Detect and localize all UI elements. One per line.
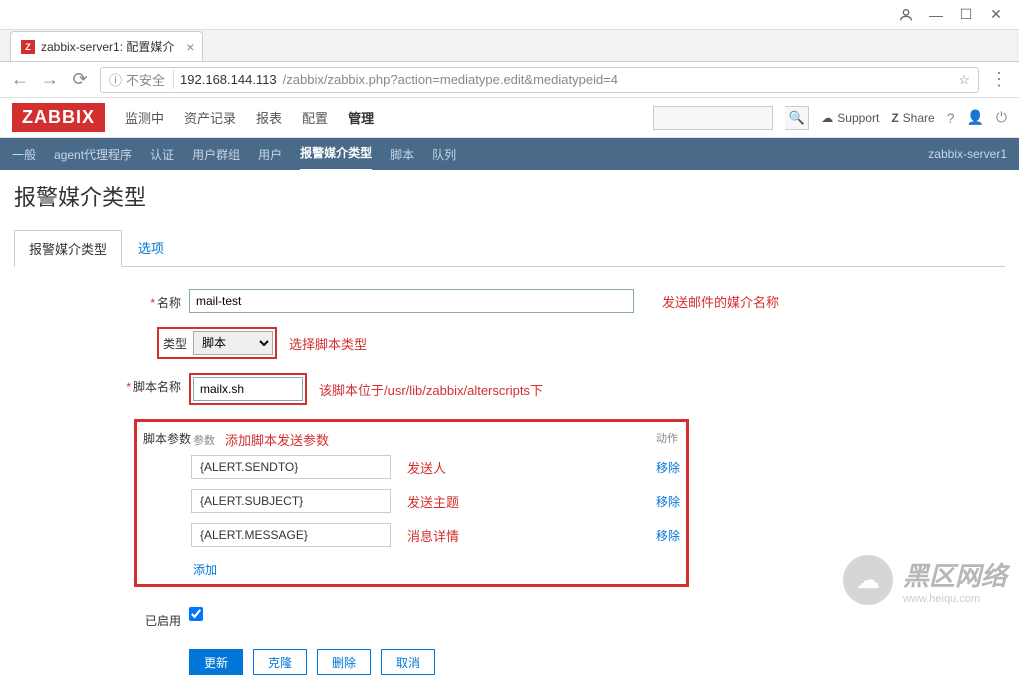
label-params: 脚本参数: [143, 428, 191, 582]
param-input-0[interactable]: [191, 455, 391, 479]
search-input[interactable]: [653, 106, 773, 130]
param-row: 消息详情 移除: [191, 523, 680, 547]
label-enabled: 已启用: [145, 614, 181, 628]
subnav-auth[interactable]: 认证: [150, 138, 174, 171]
param-row: 发送主题 移除: [191, 489, 680, 513]
subnav-usergroups[interactable]: 用户群组: [192, 138, 240, 171]
subnav-queue[interactable]: 队列: [432, 138, 456, 171]
nav-reports[interactable]: 报表: [256, 98, 282, 137]
tab-mediatype[interactable]: 报警媒介类型: [14, 230, 122, 267]
watermark: ☁ 黑区网络 www.heiqu.com: [843, 555, 1007, 605]
clone-button[interactable]: 克隆: [253, 649, 307, 675]
remove-link-1[interactable]: 移除: [650, 493, 680, 510]
zabbix-logo[interactable]: ZABBIX: [12, 103, 105, 132]
anno-script: 该脚本位于/usr/lib/zabbix/alterscripts下: [319, 380, 543, 399]
menu-icon[interactable]: ⋮: [989, 69, 1009, 90]
logout-icon[interactable]: ⏻: [996, 109, 1007, 126]
nav-monitoring[interactable]: 监测中: [125, 98, 164, 137]
sub-nav: 一般 agent代理程序 认证 用户群组 用户 报警媒介类型 脚本 队列 zab…: [0, 138, 1019, 170]
app-header: ZABBIX 监测中 资产记录 报表 配置 管理 🔍 ☁ Support Z S…: [0, 98, 1019, 138]
bookmark-icon[interactable]: ☆: [958, 72, 970, 88]
button-row: 更新 克隆 删除 取消: [189, 649, 1005, 675]
row-name: *名称 发送邮件的媒介名称: [14, 289, 1005, 313]
row-type: 类型 脚本 选择脚本类型: [14, 327, 1005, 359]
url-input[interactable]: ⓘ 不安全 192.168.144.113/zabbix/zabbix.php?…: [100, 67, 979, 93]
enabled-checkbox[interactable]: [189, 607, 203, 621]
add-link[interactable]: 添加: [191, 557, 219, 582]
delete-button[interactable]: 删除: [317, 649, 371, 675]
tab-title: zabbix-server1: 配置媒介: [41, 38, 174, 55]
label-type: 类型: [161, 335, 193, 352]
anno-type: 选择脚本类型: [289, 334, 367, 353]
anno-params: 添加脚本发送参数: [225, 430, 329, 449]
subnav-scripts[interactable]: 脚本: [390, 138, 414, 171]
anno-name: 发送邮件的媒介名称: [662, 292, 779, 311]
main-nav: 监测中 资产记录 报表 配置 管理: [125, 98, 374, 137]
server-name: zabbix-server1: [928, 147, 1007, 161]
share-link[interactable]: Z Share: [891, 111, 934, 125]
label-name: 名称: [157, 296, 181, 310]
security-indicator[interactable]: ⓘ 不安全: [109, 70, 174, 89]
url-host: 192.168.144.113: [180, 72, 277, 87]
help-icon[interactable]: ?: [947, 110, 955, 126]
watermark-icon: ☁: [843, 555, 893, 605]
param-input-2[interactable]: [191, 523, 391, 547]
nav-inventory[interactable]: 资产记录: [184, 98, 236, 137]
profile-icon[interactable]: 👤: [966, 109, 983, 126]
param-anno-2: 消息详情: [407, 526, 638, 545]
params-header-right: 动作: [656, 430, 678, 449]
url-path: /zabbix/zabbix.php?action=mediatype.edit…: [283, 72, 618, 87]
tab-favicon: Z: [21, 40, 35, 54]
browser-titlebar: — ☐ ✕: [0, 0, 1019, 30]
back-icon[interactable]: ←: [10, 69, 30, 90]
address-bar: ← → ⟳ ⓘ 不安全 192.168.144.113/zabbix/zabbi…: [0, 62, 1019, 98]
update-button[interactable]: 更新: [189, 649, 243, 675]
browser-tab[interactable]: Z zabbix-server1: 配置媒介 ×: [10, 31, 203, 61]
watermark-domain: www.heiqu.com: [903, 593, 1007, 605]
tab-options[interactable]: 选项: [124, 230, 178, 266]
nav-admin[interactable]: 管理: [348, 98, 374, 137]
close-icon[interactable]: ✕: [981, 0, 1011, 30]
maximize-icon[interactable]: ☐: [951, 0, 981, 30]
param-anno-0: 发送人: [407, 458, 638, 477]
subnav-proxies[interactable]: agent代理程序: [54, 138, 132, 171]
subnav-general[interactable]: 一般: [12, 138, 36, 171]
row-enabled: 已启用: [14, 607, 1005, 629]
forward-icon: →: [40, 69, 60, 90]
watermark-brand: 黑区网络: [903, 556, 1007, 593]
search-icon[interactable]: 🔍: [785, 106, 809, 130]
row-script: *脚本名称 该脚本位于/usr/lib/zabbix/alterscripts下: [14, 373, 1005, 405]
remove-link-0[interactable]: 移除: [650, 459, 680, 476]
form-tabs: 报警媒介类型 选项: [14, 230, 1005, 267]
nav-config[interactable]: 配置: [302, 98, 328, 137]
user-icon[interactable]: [891, 0, 921, 30]
param-input-1[interactable]: [191, 489, 391, 513]
page-title: 报警媒介类型: [14, 180, 1005, 212]
support-link[interactable]: ☁ Support: [821, 111, 879, 125]
param-anno-1: 发送主题: [407, 492, 638, 511]
param-row: 发送人 移除: [191, 455, 680, 479]
remove-link-2[interactable]: 移除: [650, 527, 680, 544]
tab-close-icon[interactable]: ×: [186, 39, 194, 55]
cancel-button[interactable]: 取消: [381, 649, 435, 675]
minimize-icon[interactable]: —: [921, 0, 951, 30]
label-script: 脚本名称: [133, 380, 181, 394]
script-input[interactable]: [193, 377, 303, 401]
subnav-mediatypes[interactable]: 报警媒介类型: [300, 136, 372, 172]
params-header-left: 参数: [193, 432, 215, 448]
page-content: 报警媒介类型 报警媒介类型 选项 *名称 发送邮件的媒介名称 类型 脚本 选择脚…: [0, 170, 1019, 685]
browser-tab-bar: Z zabbix-server1: 配置媒介 ×: [0, 30, 1019, 62]
reload-icon[interactable]: ⟳: [70, 69, 90, 90]
name-input[interactable]: [189, 289, 634, 313]
type-select[interactable]: 脚本: [193, 331, 273, 355]
subnav-users[interactable]: 用户: [258, 138, 282, 171]
